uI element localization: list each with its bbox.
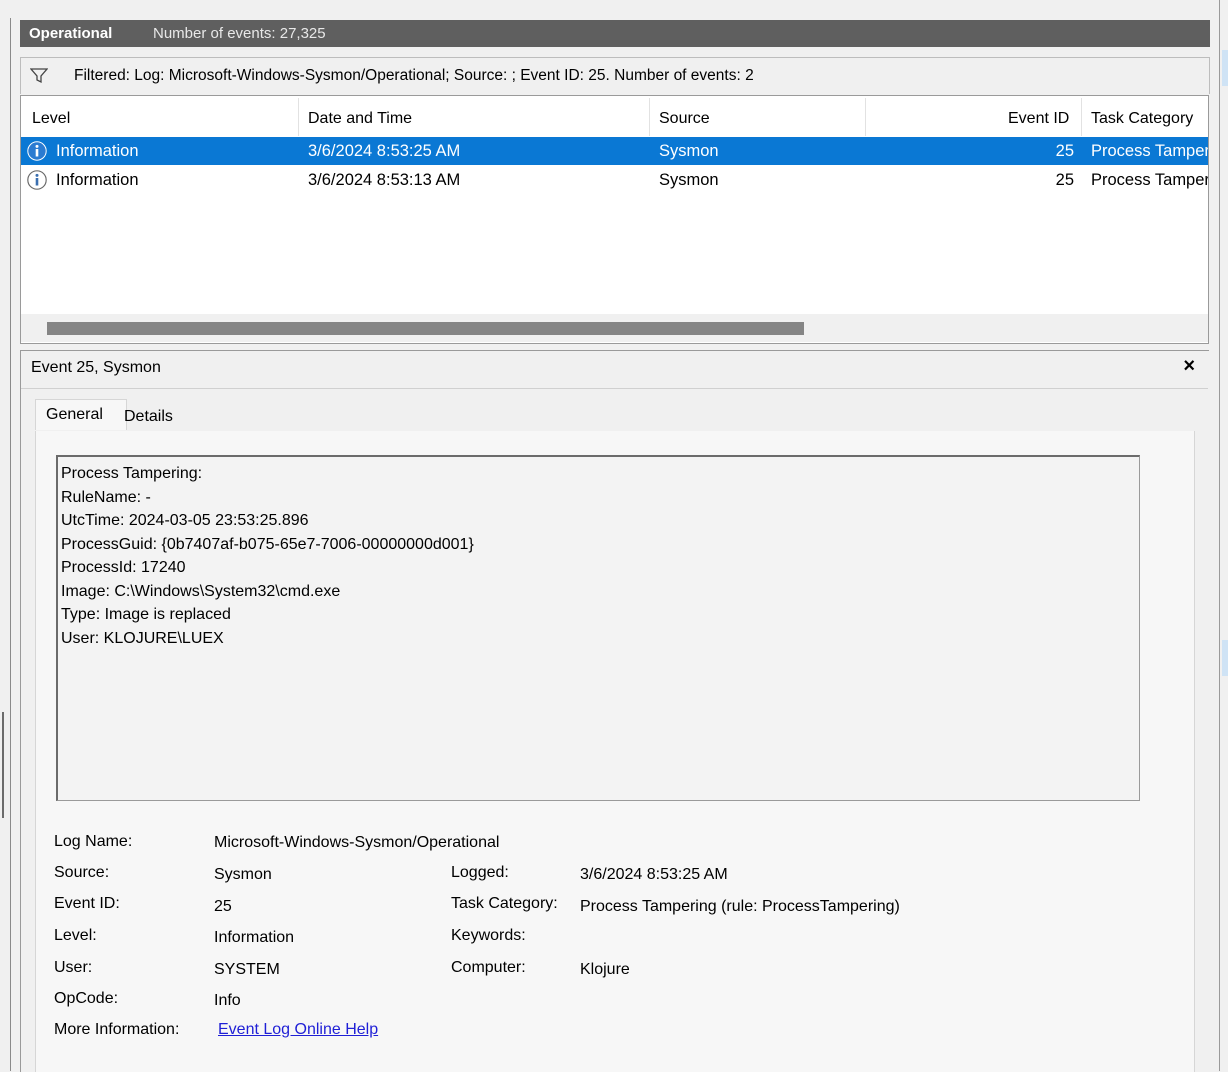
event-message-box[interactable]: Process Tampering: RuleName: - UtcTime: … [56, 455, 1140, 801]
column-level[interactable]: Level [32, 96, 70, 136]
log-title: Operational [29, 25, 113, 42]
event-list[interactable]: Level Date and Time Source Event ID Task… [20, 95, 1209, 344]
column-date-time[interactable]: Date and Time [308, 96, 412, 136]
user-label: User: [54, 959, 93, 976]
message-line: User: KLOJURE\LUEX [61, 629, 224, 647]
message-line: Process Tampering: [61, 465, 203, 482]
event-id-value[interactable]: 25 [214, 898, 232, 916]
event-date-time: 3/6/2024 8:53:25 AM [308, 142, 461, 160]
column-separator[interactable] [298, 98, 299, 136]
message-line: ProcessGuid: {0b7407af-b075-65e7-7006-00… [61, 535, 474, 553]
message-line: Type: Image is replaced [61, 606, 231, 623]
event-source: Sysmon [659, 171, 719, 189]
column-separator[interactable] [1081, 98, 1082, 136]
event-id: 25 [1055, 171, 1074, 189]
event-count: Number of events: 27,325 [153, 25, 326, 42]
column-header: Level Date and Time Source Event ID Task… [21, 96, 1208, 136]
actions-pane-highlight [1222, 50, 1228, 86]
message-line: ProcessId: 17240 [61, 559, 186, 576]
top-gap [10, 0, 1219, 18]
message-line: RuleName: - [61, 488, 151, 506]
pane-splitter[interactable] [20, 343, 1208, 350]
event-row[interactable]: Information 3/6/2024 8:53:25 AM Sysmon 2… [21, 137, 1208, 165]
column-separator[interactable] [649, 98, 650, 136]
message-line: Image: C:\Windows\System32\cmd.exe [61, 582, 341, 600]
tab-details[interactable]: Details [124, 402, 173, 432]
source-value[interactable]: Sysmon [214, 866, 272, 884]
event-level: Information [56, 142, 139, 160]
event-id: 25 [1055, 142, 1074, 160]
filter-bar: Filtered: Log: Microsoft-Windows-Sysmon/… [20, 57, 1210, 94]
tab-general[interactable]: General [35, 399, 127, 430]
task-category-value[interactable]: Process Tampering (rule: ProcessTamperin… [580, 898, 900, 916]
information-icon [27, 170, 47, 190]
event-task-category: Process Tampering (rule: ProcessTamperin… [1091, 142, 1209, 160]
log-name-label: Log Name: [54, 833, 133, 850]
message-line: UtcTime: 2024-03-05 23:53:25.896 [61, 512, 309, 529]
opcode-value[interactable]: Info [214, 992, 241, 1010]
column-separator[interactable] [865, 98, 866, 136]
computer-value[interactable]: Klojure [580, 961, 630, 979]
detail-title: Event 25, Sysmon [31, 359, 161, 376]
computer-label: Computer: [451, 959, 526, 976]
event-level: Information [56, 171, 139, 189]
horizontal-scrollbar-thumb[interactable] [47, 322, 804, 335]
event-row[interactable]: Information 3/6/2024 8:53:13 AM Sysmon 2… [21, 166, 1208, 194]
general-tab-panel: Process Tampering: RuleName: - UtcTime: … [35, 431, 1195, 1072]
logged-value[interactable]: 3/6/2024 8:53:25 AM [580, 866, 728, 884]
event-log-online-help-link[interactable]: Event Log Online Help [218, 1021, 378, 1039]
column-event-id[interactable]: Event ID [1008, 96, 1069, 136]
information-icon [27, 141, 47, 161]
column-task-category[interactable]: Task Category [1091, 96, 1193, 136]
opcode-label: OpCode: [54, 990, 119, 1007]
logged-label: Logged: [451, 864, 509, 881]
event-id-label: Event ID: [54, 895, 120, 912]
source-label: Source: [54, 864, 110, 881]
filter-description: Filtered: Log: Microsoft-Windows-Sysmon/… [74, 67, 754, 84]
splitter-mark [2, 712, 4, 818]
user-value[interactable]: SYSTEM [214, 961, 280, 979]
actions-pane-highlight [1222, 640, 1228, 676]
actions-pane-edge [1219, 0, 1228, 1071]
log-header-bar: Operational Number of events: 27,325 [20, 20, 1210, 47]
close-icon[interactable]: × [1183, 355, 1195, 378]
filter-icon [30, 68, 48, 84]
level-value[interactable]: Information [214, 929, 294, 947]
event-task-category: Process Tampering (rule: ProcessTamperin… [1091, 171, 1209, 189]
task-category-label: Task Category: [451, 895, 558, 912]
level-label: Level: [54, 927, 97, 944]
log-name-value[interactable]: Microsoft-Windows-Sysmon/Operational [214, 834, 499, 852]
event-date-time: 3/6/2024 8:53:13 AM [308, 171, 461, 189]
left-pane-edge [0, 0, 11, 1071]
keywords-label: Keywords: [451, 927, 526, 944]
divider [21, 388, 1208, 389]
event-source: Sysmon [659, 142, 719, 160]
column-source[interactable]: Source [659, 96, 710, 136]
event-detail-pane: Event 25, Sysmon × General Details Proce… [20, 350, 1209, 1072]
more-information-label: More Information: [54, 1021, 180, 1038]
